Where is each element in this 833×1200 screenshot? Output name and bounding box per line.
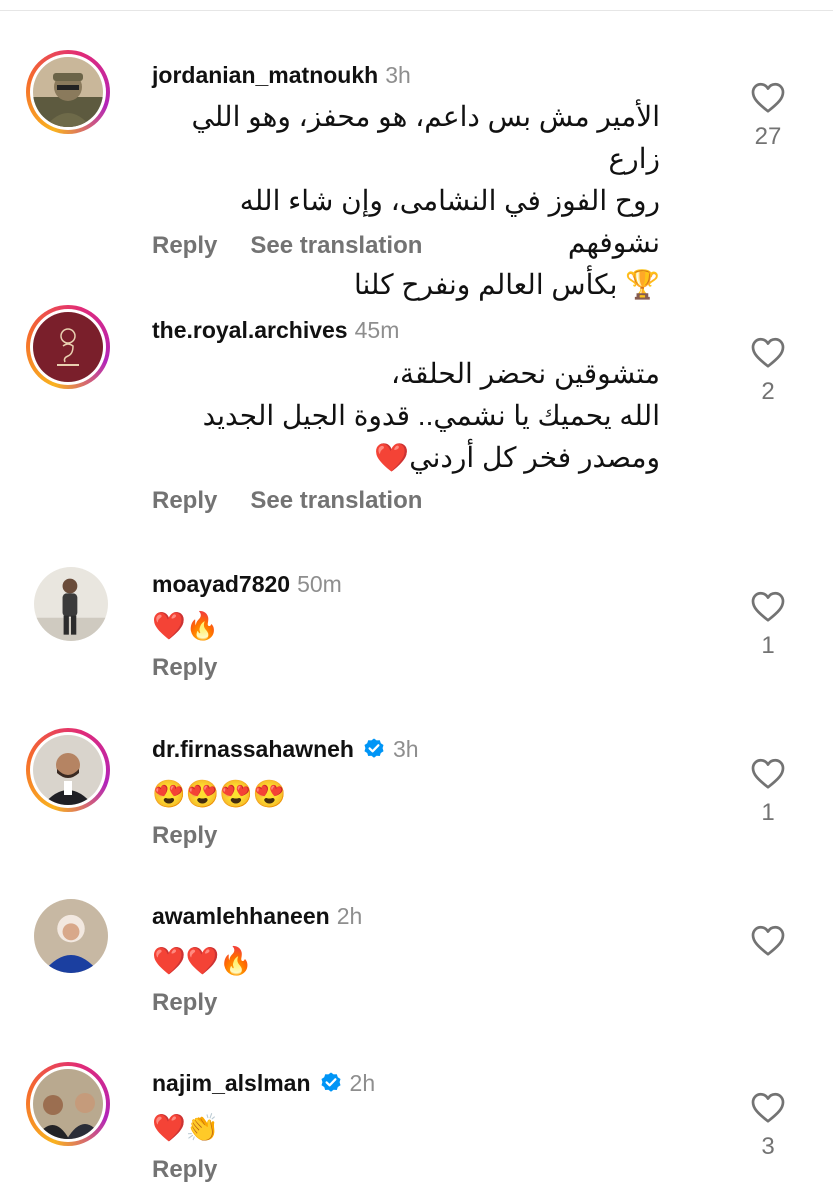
comment-actions: Reply xyxy=(152,821,217,851)
avatar xyxy=(33,57,103,127)
verified-badge-icon xyxy=(364,738,384,758)
username[interactable]: moayad7820 xyxy=(152,569,290,599)
comment-actions: Reply See translation xyxy=(152,486,422,516)
username[interactable]: jordanian_matnoukh xyxy=(152,60,378,90)
comment-text-line: الله يحميك يا نشمي.. قدوة الجيل الجديد xyxy=(202,400,660,431)
verified-badge-icon xyxy=(321,1072,341,1092)
comment-text: الأمير مش بس داعم، هو محفز، وهو اللي زار… xyxy=(152,96,660,306)
timestamp: 3h xyxy=(385,62,411,88)
comment-text: ❤️🔥 xyxy=(152,611,220,641)
comment-text-line: متشوقين نحضر الحلقة، xyxy=(390,358,660,389)
timestamp: 45m xyxy=(354,317,400,343)
reply-button[interactable]: Reply xyxy=(152,231,217,261)
comment-actions: Reply xyxy=(152,653,217,683)
comment-actions: Reply See translation xyxy=(152,231,422,261)
see-translation-button[interactable]: See translation xyxy=(250,486,422,516)
avatar xyxy=(34,899,108,973)
like-count: 3 xyxy=(761,1133,775,1160)
comment-text: متشوقين نحضر الحلقة، الله يحميك يا نشمي.… xyxy=(152,353,660,479)
comment-header: awamlehhaneen 2h xyxy=(152,901,362,931)
like-count: 27 xyxy=(754,123,782,150)
reply-button[interactable]: Reply xyxy=(152,653,217,683)
comment-text: 😍😍😍😍 xyxy=(152,779,287,809)
comment-text: ❤️❤️🔥 xyxy=(152,946,253,976)
avatar xyxy=(33,735,103,805)
see-translation-button[interactable]: See translation xyxy=(250,231,422,261)
comment-text-line: ومصدر فخر كل أردني❤️ xyxy=(374,442,660,473)
reply-button[interactable]: Reply xyxy=(152,821,217,851)
like-count: 1 xyxy=(761,799,775,826)
username[interactable]: the.royal.archives xyxy=(152,315,348,345)
comment-actions: Reply xyxy=(152,1155,217,1185)
heart-outline-icon[interactable] xyxy=(750,1090,786,1124)
reply-button[interactable]: Reply xyxy=(152,1155,217,1185)
heart-outline-icon[interactable] xyxy=(750,589,786,623)
like-count: 1 xyxy=(761,632,775,659)
heart-outline-icon[interactable] xyxy=(750,80,786,114)
comment-header: jordanian_matnoukh 3h xyxy=(152,60,411,90)
comment-text-line: الأمير مش بس داعم، هو محفز، وهو اللي زار… xyxy=(191,101,660,174)
timestamp: 2h xyxy=(336,903,363,929)
comment-actions: Reply xyxy=(152,988,217,1018)
avatar-frame[interactable] xyxy=(34,567,108,641)
avatar-story-ring[interactable] xyxy=(26,1062,110,1146)
heart-outline-icon[interactable] xyxy=(750,923,786,957)
username[interactable]: najim_alslman xyxy=(152,1068,311,1098)
comment-header: the.royal.archives 45m xyxy=(152,315,399,345)
timestamp: 50m xyxy=(297,571,342,597)
heart-outline-icon[interactable] xyxy=(750,756,786,790)
heart-outline-icon[interactable] xyxy=(750,335,786,369)
timestamp: 3h xyxy=(392,736,419,762)
comment-text-line: 🏆 بكأس العالم ونفرح كلنا xyxy=(353,269,660,300)
reply-button[interactable]: Reply xyxy=(152,988,217,1018)
avatar-story-ring[interactable] xyxy=(26,305,110,389)
username[interactable]: dr.firnassahawneh xyxy=(152,734,354,764)
comment-header: dr.firnassahawneh 3h xyxy=(152,734,419,764)
reply-button[interactable]: Reply xyxy=(152,486,217,516)
avatar-story-ring[interactable] xyxy=(26,728,110,812)
avatar-story-ring[interactable] xyxy=(26,50,110,134)
comment-header: najim_alslman 2h xyxy=(152,1068,375,1098)
top-divider xyxy=(0,10,833,11)
comment-text: ❤️👏 xyxy=(152,1113,220,1143)
avatar xyxy=(33,312,103,382)
avatar xyxy=(33,1069,103,1139)
comment-header: moayad7820 50m xyxy=(152,569,342,599)
like-count: 2 xyxy=(761,378,775,405)
avatar xyxy=(34,567,108,641)
avatar-frame[interactable] xyxy=(34,899,108,973)
timestamp: 2h xyxy=(349,1070,376,1096)
username[interactable]: awamlehhaneen xyxy=(152,901,330,931)
